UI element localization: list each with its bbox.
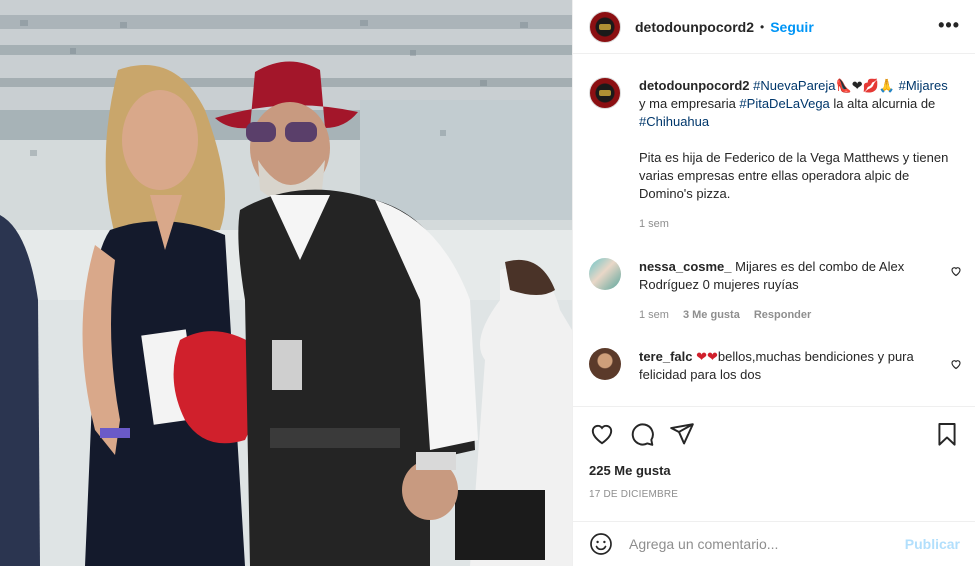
caption: detodounpocord2 #NuevaPareja👠❤💋🙏 #Mijare… [589,77,969,233]
header-separator: • [760,19,765,34]
comments-list[interactable]: detodounpocord2 #NuevaPareja👠❤💋🙏 #Mijare… [573,55,975,405]
comment-text: nessa_cosme_ Mijares es del combo de Ale… [639,258,951,324]
comment-input[interactable] [629,536,901,552]
comment-emoji: ❤❤ [696,349,718,364]
add-comment-bar: Publicar [573,521,975,566]
share-icon[interactable] [669,421,695,447]
comment-like-icon[interactable] [950,358,962,373]
follow-button[interactable]: Seguir [770,19,814,35]
hashtag-nuevapareja[interactable]: #NuevaPareja [753,78,835,93]
author-avatar[interactable] [589,10,621,43]
comment-likes[interactable]: 3 Me gusta [683,306,740,324]
caption-meta: 1 sem [639,215,951,233]
post-header: detodounpocord2 • Seguir ••• [573,0,975,54]
publish-button[interactable]: Publicar [905,536,960,552]
caption-emoji: 👠❤💋🙏 [835,78,895,93]
caption-username[interactable]: detodounpocord2 [639,78,750,93]
commenter-avatar[interactable] [589,258,621,290]
comment-time[interactable]: 1 sem [639,306,669,324]
commenter-avatar[interactable] [589,348,621,380]
caption-text: detodounpocord2 #NuevaPareja👠❤💋🙏 #Mijare… [639,77,951,233]
comment-like-icon[interactable] [950,265,962,280]
emoji-icon[interactable] [589,532,613,556]
post-details-pane: detodounpocord2 • Seguir ••• detodounpoc… [572,0,975,566]
post-date[interactable]: 17 DE DICIEMBRE [589,489,678,500]
caption-avatar[interactable] [589,77,621,109]
reply-button[interactable]: Responder [754,306,811,324]
author-username[interactable]: detodounpocord2 [635,19,754,35]
comment-meta: 1 sem 3 Me gusta Responder [639,306,951,324]
caption-paragraph: Pita es hija de Federico de la Vega Matt… [639,150,949,201]
caption-time[interactable]: 1 sem [639,215,669,233]
hashtag-chihuahua[interactable]: #Chihuahua [639,114,709,129]
hashtag-mijares[interactable]: #Mijares [899,78,948,93]
post-photo[interactable] [0,0,572,566]
caption-text-2: la alta alcurnia de [829,96,936,111]
bookmark-icon[interactable] [934,421,960,447]
caption-text-1: y ma empresaria [639,96,740,111]
more-options-icon[interactable]: ••• [938,16,960,34]
comment-item: nessa_cosme_ Mijares es del combo de Ale… [589,258,969,324]
photo-illustration [0,0,572,566]
comment-text: tere_falc ❤❤bellos,muchas bendiciones y … [639,348,951,384]
action-icons [589,421,695,447]
post-actions: 225 Me gusta 17 DE DICIEMBRE [573,406,975,526]
commenter-username[interactable]: nessa_cosme_ [639,259,732,274]
hashtag-pitadelavega[interactable]: #PitaDeLaVega [739,96,829,111]
comment-icon[interactable] [629,421,655,447]
likes-count[interactable]: 225 Me gusta [589,463,671,478]
comment-item: tere_falc ❤❤bellos,muchas bendiciones y … [589,348,969,384]
heart-icon[interactable] [589,421,615,447]
commenter-username[interactable]: tere_falc [639,349,692,364]
